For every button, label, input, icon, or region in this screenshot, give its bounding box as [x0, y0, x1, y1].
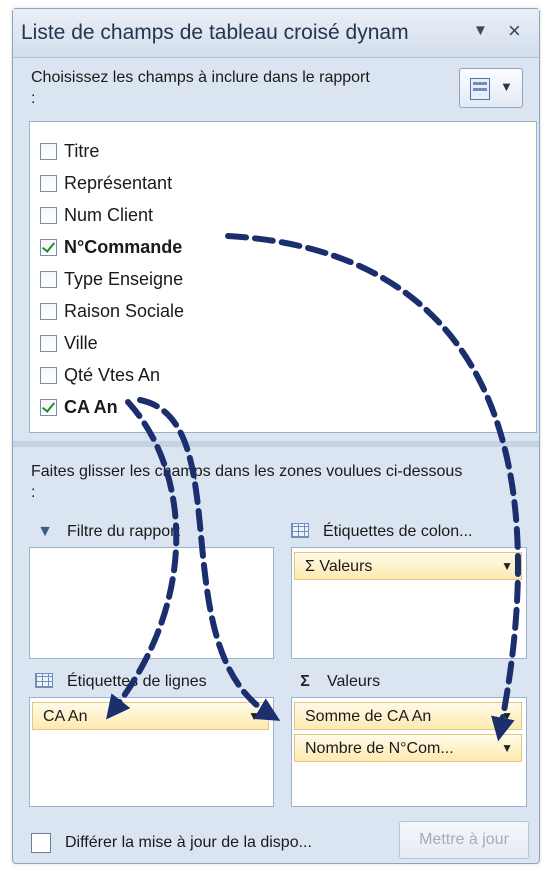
- field-list: Titre Représentant Num Client N°Commande…: [29, 121, 537, 433]
- column-labels-label: Étiquettes de colon...: [323, 523, 473, 540]
- update-button[interactable]: Mettre à jour: [399, 821, 529, 859]
- field-item-num-client[interactable]: Num Client: [40, 202, 520, 230]
- field-checkbox[interactable]: [40, 367, 57, 384]
- column-labels-area[interactable]: Σ Valeurs ▼: [291, 547, 527, 659]
- field-label: Num Client: [64, 205, 154, 225]
- field-item-qte-vtes-an[interactable]: Qté Vtes An: [40, 362, 520, 390]
- field-item-raison-sociale[interactable]: Raison Sociale: [40, 298, 520, 326]
- field-checkbox[interactable]: [40, 335, 57, 352]
- column-labels-header: Étiquettes de colon...: [291, 523, 472, 541]
- row-labels-area[interactable]: CA An ▼: [29, 697, 274, 807]
- field-label: Représentant: [64, 173, 173, 193]
- field-checkbox[interactable]: [40, 271, 57, 288]
- field-list-layout-button[interactable]: ▼: [459, 68, 523, 108]
- field-checkbox-checked[interactable]: [40, 399, 57, 416]
- field-prompt: Choisissez les champs à inclure dans le …: [31, 69, 370, 107]
- field-item-titre[interactable]: Titre: [40, 138, 520, 166]
- drag-instruction: Faites glisser les champs dans les zones…: [31, 463, 463, 501]
- row-field-pill[interactable]: CA An ▼: [32, 702, 269, 730]
- dropdown-arrow-icon[interactable]: ▼: [473, 22, 488, 39]
- chevron-down-icon[interactable]: ▼: [501, 741, 513, 755]
- pill-label: CA An: [43, 708, 88, 725]
- values-field-pill[interactable]: Somme de CA An ▼: [294, 702, 522, 730]
- report-filter-label: Filtre du rapport: [67, 523, 180, 540]
- field-label: CA An: [64, 397, 118, 417]
- defer-update-label: Différer la mise à jour de la dispo...: [65, 834, 312, 851]
- pill-label: Somme de CA An: [305, 708, 432, 725]
- field-checkbox-checked[interactable]: [40, 239, 57, 256]
- values-field-pill[interactable]: Nombre de N°Com... ▼: [294, 734, 522, 762]
- field-label: Ville: [64, 333, 98, 353]
- field-checkbox[interactable]: [40, 143, 57, 160]
- pill-label: Nombre de N°Com...: [305, 740, 454, 757]
- field-label: Qté Vtes An: [64, 365, 161, 385]
- chevron-down-icon[interactable]: ▼: [501, 709, 513, 723]
- values-label: Valeurs: [327, 673, 381, 690]
- values-header: Σ Valeurs: [295, 673, 380, 691]
- report-filter-header: ▼ Filtre du rapport: [35, 523, 180, 541]
- chevron-down-icon[interactable]: ▼: [248, 709, 260, 723]
- field-item-ca-an[interactable]: CA An: [40, 394, 520, 422]
- pane-title: Liste de champs de tableau croisé dynam: [21, 21, 409, 44]
- column-labels-icon: [291, 523, 309, 538]
- defer-update-checkbox[interactable]: [31, 833, 51, 853]
- chevron-down-icon: ▼: [500, 79, 513, 94]
- sigma-icon: Σ: [300, 673, 310, 690]
- pill-label: Σ Valeurs: [305, 558, 373, 575]
- field-item-ncommande[interactable]: N°Commande: [40, 234, 520, 262]
- field-checkbox[interactable]: [40, 207, 57, 224]
- field-label: Titre: [64, 141, 100, 161]
- pane-titlebar: Liste de champs de tableau croisé dynam …: [13, 9, 539, 58]
- chevron-down-icon[interactable]: ▼: [501, 559, 513, 573]
- pane-splitter[interactable]: [13, 441, 539, 447]
- field-label: Type Enseigne: [64, 269, 184, 289]
- field-label: N°Commande: [64, 237, 183, 257]
- column-field-pill[interactable]: Σ Valeurs ▼: [294, 552, 522, 580]
- row-labels-label: Étiquettes de lignes: [67, 673, 207, 690]
- filter-icon: ▼: [37, 523, 53, 540]
- field-item-ville[interactable]: Ville: [40, 330, 520, 358]
- field-item-type-enseigne[interactable]: Type Enseigne: [40, 266, 520, 294]
- field-list-layout-icon: [470, 78, 490, 100]
- field-checkbox[interactable]: [40, 175, 57, 192]
- report-filter-area[interactable]: [29, 547, 274, 659]
- values-area[interactable]: Somme de CA An ▼ Nombre de N°Com... ▼: [291, 697, 527, 807]
- close-icon[interactable]: ×: [508, 18, 521, 44]
- pivot-field-list-pane: Liste de champs de tableau croisé dynam …: [12, 8, 540, 864]
- field-label: Raison Sociale: [64, 301, 185, 321]
- row-labels-icon: [35, 673, 53, 688]
- field-item-representant[interactable]: Représentant: [40, 170, 520, 198]
- row-labels-header: Étiquettes de lignes: [35, 673, 207, 691]
- field-checkbox[interactable]: [40, 303, 57, 320]
